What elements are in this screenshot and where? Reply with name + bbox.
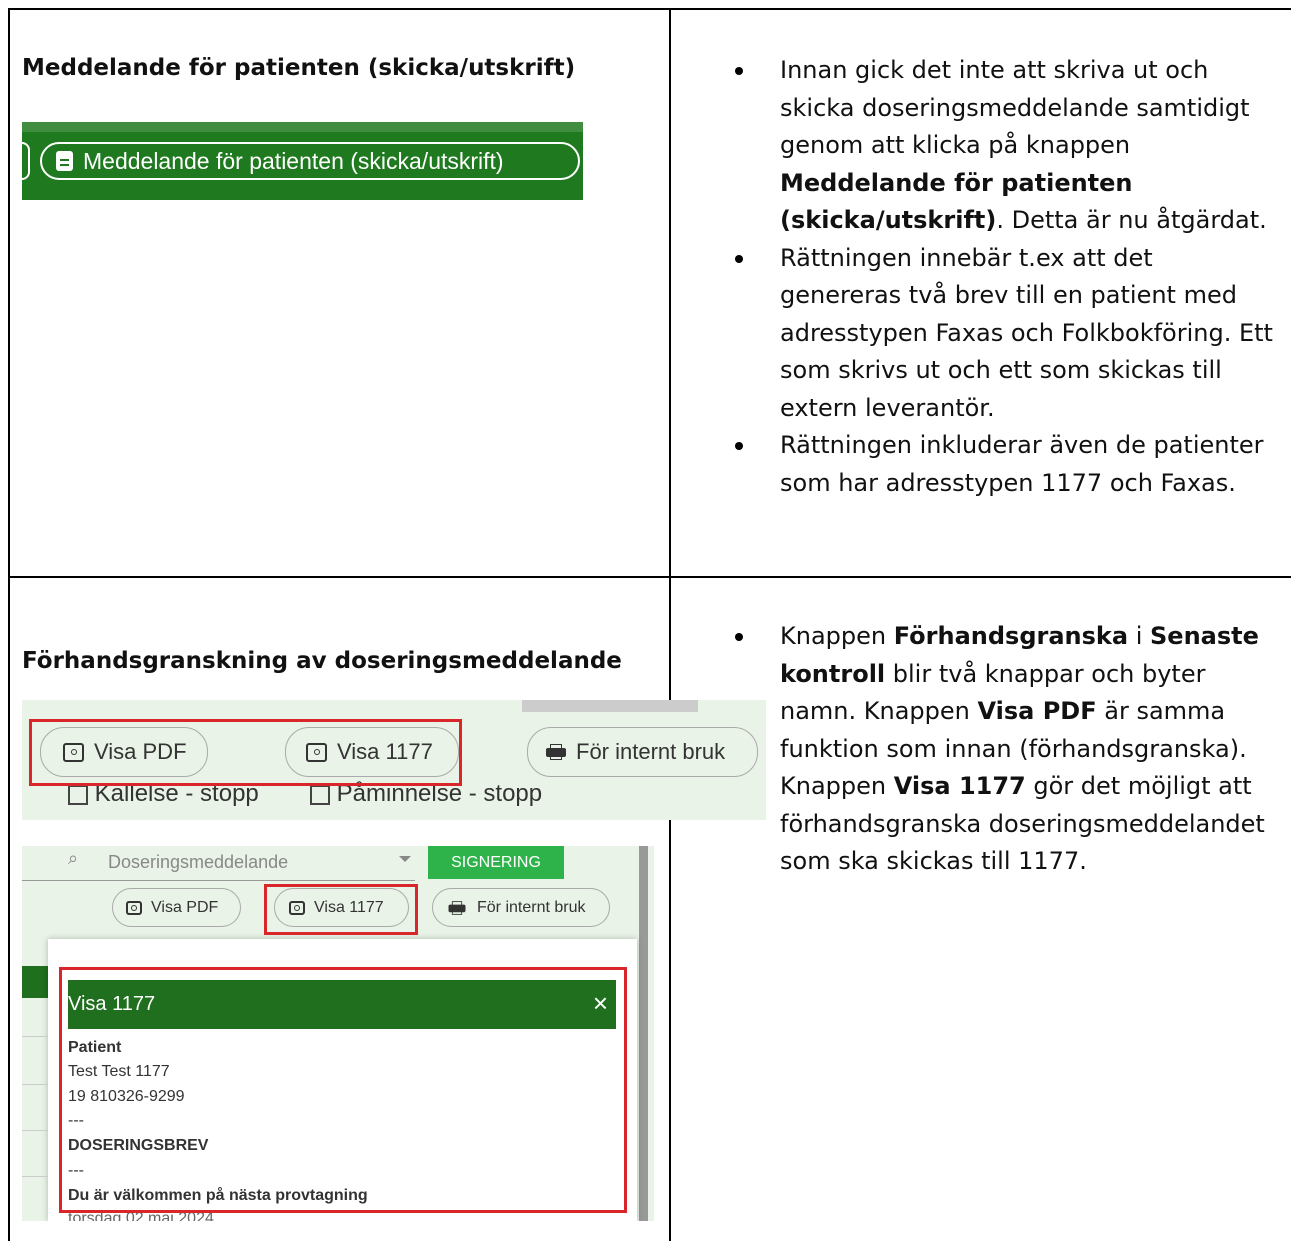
signering-button[interactable]: SIGNERING	[428, 846, 564, 879]
document-icon	[56, 151, 73, 171]
list-item: Innan gick det inte att skriva ut och sk…	[735, 52, 1275, 240]
bullet-list-1: Innan gick det inte att skriva ut och sk…	[735, 52, 1275, 502]
message-for-patient-button[interactable]: Meddelande för patienten (skicka/utskrif…	[40, 142, 580, 180]
table-top-border	[8, 8, 1291, 10]
highlight-box	[59, 967, 627, 1213]
chevron-down-icon	[399, 856, 411, 862]
highlight-box	[29, 719, 462, 786]
section-heading-2: Förhandsgranskning av doseringsmeddeland…	[22, 648, 622, 674]
internal-use-button[interactable]: För internt bruk	[527, 727, 758, 777]
table-left-border	[8, 8, 10, 1241]
eye-icon	[126, 900, 142, 915]
table-row-divider	[8, 576, 1291, 578]
list-item: Rättningen innebär t.ex att det generera…	[735, 240, 1275, 428]
table-column-divider	[669, 8, 671, 1241]
printer-icon	[546, 744, 566, 760]
screenshot-message-button-banner: Meddelande för patienten (skicka/utskrif…	[22, 122, 583, 200]
internal-use-button-small[interactable]: För internt bruk	[432, 888, 610, 927]
bullet-list-2: Knappen Förhandsgranska i Senaste kontro…	[735, 618, 1275, 881]
section-heading-1: Meddelande för patienten (skicka/utskrif…	[22, 55, 576, 81]
checkbox-icon	[68, 784, 88, 805]
checkbox-icon	[310, 784, 330, 805]
list-item: Rättningen inkluderar även de patienter …	[735, 427, 1275, 502]
dropdown-doseringsmeddelande[interactable]: ⌕ Doseringsmeddelande	[22, 846, 415, 881]
visa-pdf-button-small[interactable]: Visa PDF	[112, 888, 241, 927]
search-icon: ⌕	[68, 848, 79, 868]
message-for-patient-button-label: Meddelande för patienten (skicka/utskrif…	[83, 147, 504, 174]
highlight-box	[264, 884, 418, 935]
list-item: Knappen Förhandsgranska i Senaste kontro…	[735, 618, 1275, 881]
printer-icon	[448, 900, 466, 915]
